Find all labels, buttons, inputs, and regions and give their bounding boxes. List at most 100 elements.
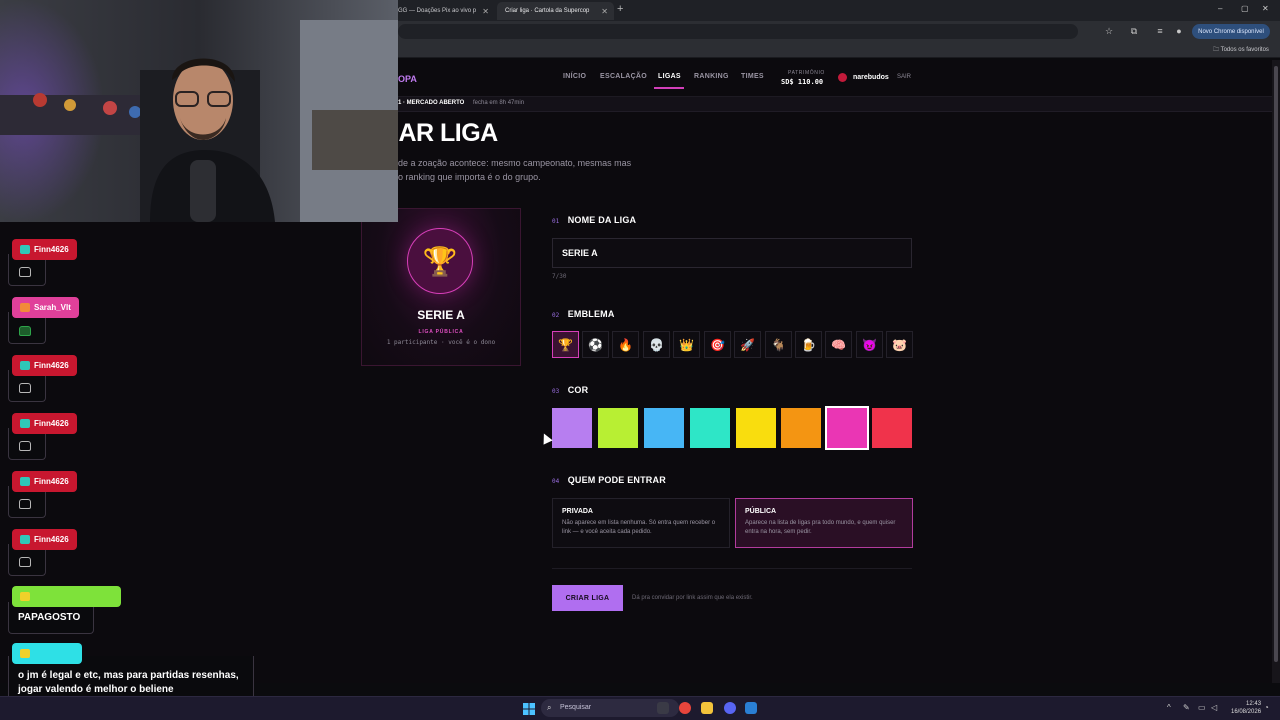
nav-times[interactable]: TIMES xyxy=(741,73,764,80)
emote-icon xyxy=(19,557,31,567)
name-char-counter: 7/30 xyxy=(552,273,567,280)
windows-start-icon[interactable] xyxy=(523,702,535,715)
access-option-public[interactable]: PÚBLICA Aparece na lista de ligas pra to… xyxy=(735,498,913,548)
nav-ranking[interactable]: RANKING xyxy=(694,73,729,80)
star-icon[interactable]: ☆ xyxy=(1103,25,1115,37)
emblem-option-fire-icon[interactable]: 🔥 xyxy=(612,331,639,358)
emblem-option-pig-icon[interactable]: 🐷 xyxy=(886,331,913,358)
user-badge-icon xyxy=(20,592,30,601)
color-swatch-purple[interactable] xyxy=(552,408,592,448)
tab-title: GG — Doações Pix ao vivo p xyxy=(398,8,477,14)
chat-username: Finn4626 xyxy=(12,471,77,492)
emote-icon xyxy=(19,267,31,277)
chrome-update-button[interactable]: Novo Chrome disponível xyxy=(1192,24,1270,39)
color-swatch-pink[interactable] xyxy=(825,406,869,450)
media-icon[interactable]: ≡ xyxy=(1154,25,1166,37)
access-option-private[interactable]: PRIVADA Não aparece em lista nenhuma. Só… xyxy=(552,498,730,548)
divider xyxy=(552,568,912,569)
notifications-icon[interactable]: ◔ xyxy=(1264,703,1269,712)
clock-time: 12:43 xyxy=(1246,701,1262,707)
user-badge-icon xyxy=(20,649,30,658)
nav-inicio[interactable]: INÍCIO xyxy=(563,73,586,80)
webcam-image xyxy=(0,0,398,222)
emblem-option-beer-icon[interactable]: 🍺 xyxy=(795,331,822,358)
section-label: EMBLEMA xyxy=(567,309,615,319)
emblem-option-trophy-icon[interactable]: 🏆 xyxy=(552,331,579,358)
emblem-option-target-icon[interactable]: 🎯 xyxy=(704,331,731,358)
username[interactable]: narebudos xyxy=(853,74,889,81)
emote-icon xyxy=(19,383,31,393)
section-number: 03 xyxy=(552,388,560,395)
section-emblem-header: 02 EMBLEMA xyxy=(552,304,615,322)
color-swatch-lime[interactable] xyxy=(598,408,638,448)
chrome-icon[interactable] xyxy=(679,702,691,714)
extensions-icon[interactable]: ⧉ xyxy=(1128,25,1140,37)
preview-visibility: LIGA PÚBLICA xyxy=(418,329,464,335)
section-number: 04 xyxy=(552,478,560,485)
page-title: IAR LIGA xyxy=(392,119,498,147)
emblem-option-ball-icon[interactable]: ⚽ xyxy=(582,331,609,358)
create-hint: Dá pra convidar por link assim que ela e… xyxy=(632,595,753,601)
color-swatch-teal[interactable] xyxy=(690,408,730,448)
url-field[interactable] xyxy=(398,24,1078,39)
color-swatch-blue[interactable] xyxy=(644,408,684,448)
league-name-input[interactable] xyxy=(552,238,912,268)
section-access-header: 04 QUEM PODE ENTRAR xyxy=(552,470,666,488)
emblem-option-brain-icon[interactable]: 🧠 xyxy=(825,331,852,358)
chat-username-text: Finn4626 xyxy=(34,245,69,254)
tray-chevron-icon[interactable]: ^ xyxy=(1167,703,1171,712)
volume-icon[interactable]: ◁ xyxy=(1211,703,1217,712)
close-tab-icon[interactable]: ✕ xyxy=(601,7,608,16)
site-logo[interactable]: OPA xyxy=(398,74,417,84)
browser-tab-active[interactable]: Criar liga · Cartola da Supercop ✕ xyxy=(497,2,614,20)
user-badge-icon xyxy=(20,303,30,312)
chat-username: Finn4626 xyxy=(12,529,77,550)
patrimonio-label: PATRIMÔNIO xyxy=(788,70,825,76)
section-label: NOME DA LIGA xyxy=(567,215,637,225)
emblem-option-goat-icon[interactable]: 🐐 xyxy=(765,331,792,358)
pen-icon[interactable]: ✎ xyxy=(1183,703,1190,712)
profile-icon[interactable]: ● xyxy=(1173,25,1185,37)
clock-date: 16/08/2026 xyxy=(1231,709,1262,715)
new-tab-button[interactable]: + xyxy=(617,3,623,15)
minimize-icon[interactable]: – xyxy=(1218,4,1222,13)
preview-meta: 1 participante · você é o dono xyxy=(386,339,496,346)
network-icon[interactable]: ▭ xyxy=(1198,703,1206,712)
nav-escalacao[interactable]: ESCALAÇÃO xyxy=(600,73,647,80)
emblem-option-skull-icon[interactable]: 💀 xyxy=(643,331,670,358)
section-name-header: 01 NOME DA LIGA xyxy=(552,210,636,228)
logout-link[interactable]: SAIR xyxy=(897,74,911,80)
nav-ligas[interactable]: LIGAS xyxy=(658,73,681,80)
scrollbar-thumb[interactable] xyxy=(1274,66,1278,662)
chat-username: Finn4626 xyxy=(12,355,77,376)
chat-username: Finn4626 xyxy=(12,413,77,434)
user-badge-icon xyxy=(20,361,30,370)
taskbar-clock[interactable]: 12:43 16/08/2026 xyxy=(1231,700,1261,716)
create-league-button[interactable]: CRIAR LIGA xyxy=(552,585,623,611)
emblem-option-devil-icon[interactable]: 😈 xyxy=(856,331,883,358)
emblem-option-rocket-icon[interactable]: 🚀 xyxy=(734,331,761,358)
maximize-icon[interactable]: ▢ xyxy=(1241,4,1249,13)
color-swatch-yellow[interactable] xyxy=(736,408,776,448)
access-option-title: PÚBLICA xyxy=(745,508,777,515)
color-swatch-red[interactable] xyxy=(872,408,912,448)
close-tab-icon[interactable]: ✕ xyxy=(482,7,489,16)
emblem-option-crown-icon[interactable]: 👑 xyxy=(673,331,700,358)
webcam-overlay xyxy=(0,0,398,222)
app-icon[interactable] xyxy=(745,702,757,714)
task-view-icon[interactable] xyxy=(657,702,669,714)
close-window-icon[interactable]: ✕ xyxy=(1262,4,1269,13)
taskbar-search-placeholder: Pesquisar xyxy=(560,704,592,711)
discord-icon[interactable] xyxy=(724,702,736,714)
avatar[interactable] xyxy=(838,73,847,82)
browser-tab[interactable]: GG — Doações Pix ao vivo p ✕ xyxy=(390,2,495,20)
all-bookmarks-link[interactable]: 🗀 Todos os favoritos xyxy=(1213,45,1269,55)
user-badge-icon xyxy=(20,245,30,254)
file-explorer-icon[interactable] xyxy=(701,702,713,714)
chat-text: o jm é legal e etc, mas para partidas re… xyxy=(18,670,239,695)
chat-username-text: Finn4626 xyxy=(34,419,69,428)
access-option-description: Aparece na lista de ligas pra todo mundo… xyxy=(745,520,896,535)
emote-icon xyxy=(19,499,31,509)
search-icon: ⌕ xyxy=(547,703,552,712)
color-swatch-orange[interactable] xyxy=(781,408,821,448)
